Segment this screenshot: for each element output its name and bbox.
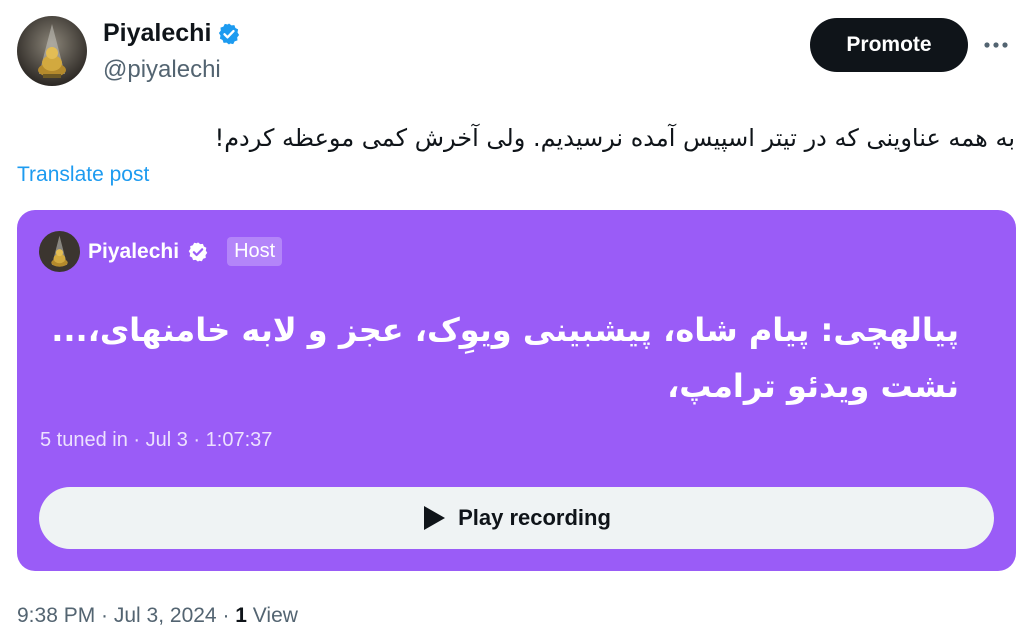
translate-post-link[interactable]: Translate post (17, 163, 149, 187)
author-avatar[interactable] (17, 16, 87, 86)
space-card[interactable]: Piyalechi Host پیالهچی: پیام شاه، پیشبین… (17, 210, 1016, 571)
author-handle[interactable]: @piyalechi (103, 56, 221, 84)
post-metadata: 9:38 PM · Jul 3, 2024 · 1 View (17, 604, 298, 628)
verified-badge-icon (188, 241, 208, 262)
host-name: Piyalechi (88, 239, 180, 263)
chess-figure-avatar-icon (39, 231, 80, 272)
verified-badge-icon (219, 23, 240, 44)
play-recording-label: Play recording (458, 505, 611, 530)
play-icon (424, 506, 446, 530)
views-count: 1 (235, 604, 247, 627)
space-title: پیالهچی: پیام شاه، پیشبینی ویوِک، عجز و … (51, 311, 959, 405)
post-datetime[interactable]: 9:38 PM · Jul 3, 2024 · (17, 604, 235, 627)
more-dots-icon (984, 42, 1008, 48)
post-text: به همه عناوینی که در تیتر اسپیس آمده نرس… (214, 124, 1015, 152)
author-name: Piyalechi (103, 19, 212, 47)
chess-figure-avatar-icon (17, 16, 87, 86)
host-badge: Host (227, 237, 283, 266)
space-host-row: Piyalechi Host (39, 231, 283, 272)
host-avatar (39, 231, 80, 272)
views-label: View (246, 604, 298, 627)
more-options-button[interactable] (981, 30, 1011, 60)
play-recording-button[interactable]: Play recording (39, 487, 994, 549)
space-meta: 5 tuned in · Jul 3 · 1:07:37 (40, 429, 273, 451)
promote-button[interactable]: Promote (810, 18, 968, 72)
author-name-row[interactable]: Piyalechi (103, 19, 241, 48)
post-page: Piyalechi @piyalechi Promote به همه عناو… (0, 0, 1023, 641)
